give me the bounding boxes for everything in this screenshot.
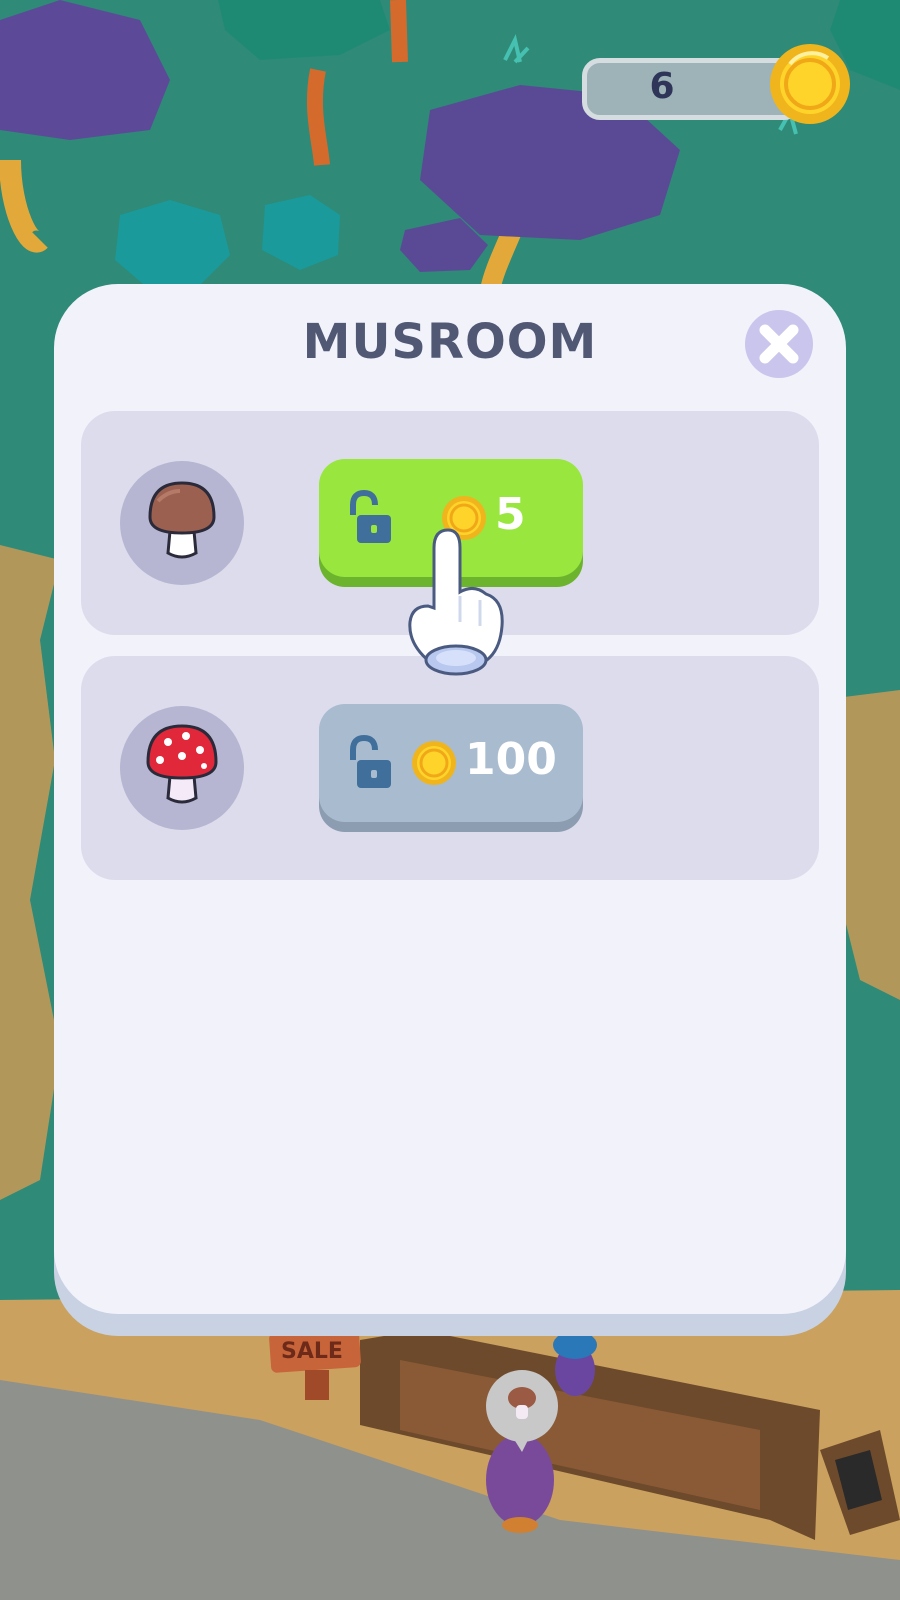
coin-counter: 6	[582, 44, 850, 124]
brown-mushroom-icon	[148, 481, 216, 559]
mushroom-shop-modal: MUSROOM 5 100	[54, 284, 846, 1314]
gold-coin-icon	[770, 44, 850, 124]
gnome-character	[553, 1331, 597, 1396]
red-spotted-mushroom-icon	[146, 724, 218, 804]
price-label: 100	[465, 734, 557, 785]
shop-item-row: 100	[81, 656, 819, 880]
item-icon-frame	[120, 461, 244, 585]
modal-title: MUSROOM	[302, 314, 598, 370]
item-icon-frame	[120, 706, 244, 830]
sale-sign-text: SALE	[281, 1339, 343, 1364]
coin-count: 6	[649, 66, 675, 107]
gold-coin-icon	[412, 741, 456, 785]
unlocked-padlock-icon	[350, 489, 391, 543]
close-button[interactable]	[745, 310, 813, 378]
unlock-button[interactable]: 100	[319, 704, 583, 832]
close-x-icon	[759, 324, 799, 364]
tap-hand-icon	[408, 528, 504, 676]
unlocked-padlock-icon	[350, 734, 391, 788]
